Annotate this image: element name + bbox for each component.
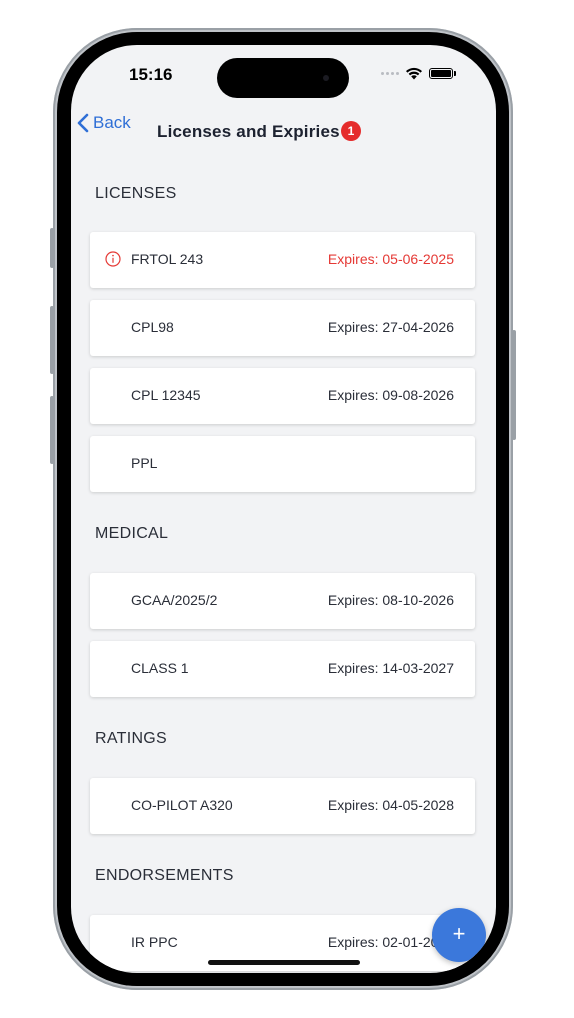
license-item-cpl-12345[interactable]: CPL 12345 Expires: 09-08-2026 <box>90 368 475 424</box>
item-name: CO-PILOT A320 <box>131 797 233 813</box>
section-title-endorsements: ENDORSEMENTS <box>95 867 234 884</box>
item-expiry: Expires: 05-06-2025 <box>327 251 454 267</box>
power-button <box>512 330 516 440</box>
section-title-ratings: RATINGS <box>95 730 168 747</box>
section-title-medical: MEDICAL <box>95 525 169 542</box>
item-expiry: Expires: 09-08-2026 <box>327 387 454 403</box>
item-name: FRTOL 243 <box>131 251 204 267</box>
notification-badge: 1 <box>341 121 361 141</box>
back-label: Back <box>93 113 131 132</box>
action-button <box>50 228 54 268</box>
info-circle-icon <box>105 251 121 267</box>
status-time: 15:16 <box>129 65 173 84</box>
back-button[interactable]: Back <box>77 113 131 133</box>
item-expiry: Expires: 27-04-2026 <box>327 319 454 335</box>
wifi-icon <box>406 67 422 80</box>
dynamic-island <box>217 58 349 98</box>
app-screen: 15:16 Back Licenses and Expiries 1 LICEN… <box>71 45 496 973</box>
item-name: CLASS 1 <box>131 660 189 676</box>
rating-item-co-pilot-a320[interactable]: CO-PILOT A320 Expires: 04-05-2028 <box>90 778 475 834</box>
item-name: IR PPC <box>131 934 178 950</box>
volume-up-button <box>50 306 54 374</box>
page-title: Licenses and Expiries <box>157 122 340 141</box>
add-button[interactable]: + <box>432 908 486 962</box>
license-item-frtol-243[interactable]: FRTOL 243 Expires: 05-06-2025 <box>90 232 475 288</box>
item-name: CPL 12345 <box>131 387 201 403</box>
volume-down-button <box>50 396 54 464</box>
item-expiry: Expires: 08-10-2026 <box>327 592 454 608</box>
medical-item-class-1[interactable]: CLASS 1 Expires: 14-03-2027 <box>90 641 475 697</box>
home-indicator[interactable] <box>208 960 360 965</box>
item-name: GCAA/2025/2 <box>131 592 218 608</box>
medical-item-gcaa[interactable]: GCAA/2025/2 Expires: 08-10-2026 <box>90 573 475 629</box>
chevron-left-icon <box>77 113 89 133</box>
battery-icon <box>429 68 453 79</box>
item-name: PPL <box>131 455 158 471</box>
license-item-cpl98[interactable]: CPL98 Expires: 27-04-2026 <box>90 300 475 356</box>
signal-icon <box>381 72 399 75</box>
item-expiry: Expires: 04-05-2028 <box>327 797 454 813</box>
license-item-ppl[interactable]: PPL <box>90 436 475 492</box>
battery-tip <box>454 71 456 76</box>
status-icons <box>381 67 456 80</box>
item-name: CPL98 <box>131 319 174 335</box>
item-expiry: Expires: 14-03-2027 <box>327 660 454 676</box>
section-title-licenses: LICENSES <box>95 185 177 202</box>
